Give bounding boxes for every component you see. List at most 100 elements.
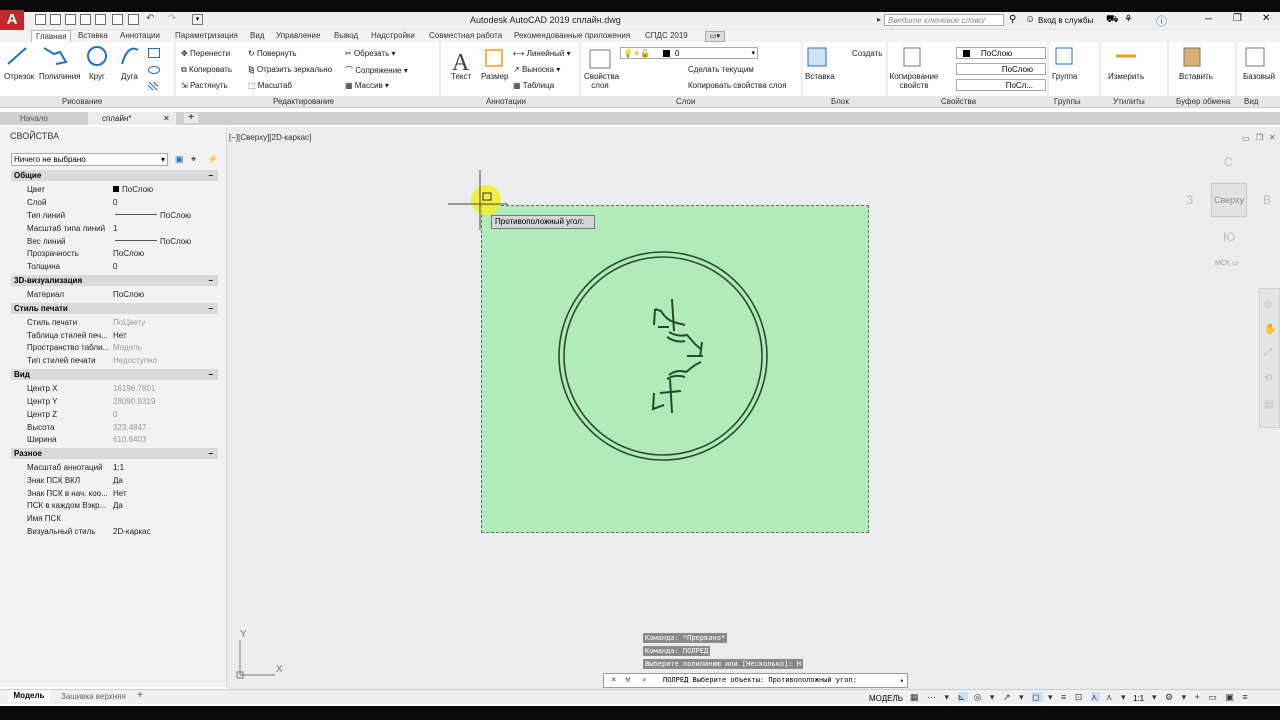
section-plot-style[interactable]: Стиль печати − (11, 303, 218, 314)
qat-customize-icon[interactable]: ▾ (192, 14, 203, 25)
panel-utilities-label[interactable]: Утилиты (1113, 97, 1145, 106)
prop-value[interactable]: 1:1 (113, 463, 124, 472)
tab-spds[interactable]: СПДС 2019 (645, 30, 688, 42)
tab-insert[interactable]: Вставка (78, 30, 108, 42)
command-line[interactable]: ✕ ⚒ ▹ ПОЛРЕД Выберите объекты: Противопо… (603, 673, 908, 688)
drawing-geometry[interactable] (481, 205, 869, 533)
prop-value[interactable]: ПоСлою (113, 290, 144, 299)
annotation-scale[interactable]: 1:1 (1133, 694, 1144, 703)
status-tools[interactable]: ▾ ⚙ ▾ + ▭ ▣ ≡ (1152, 692, 1251, 703)
showmotion-icon[interactable]: ▤ (1264, 399, 1273, 410)
collapse-icon[interactable]: − (208, 303, 213, 314)
group-button[interactable]: Группа (1052, 72, 1077, 81)
text-tool-button[interactable]: Текст (451, 72, 471, 81)
section-3d[interactable]: 3D-визуализация − (11, 275, 218, 286)
tab-collaborate[interactable]: Совместная работа (429, 30, 502, 42)
orbit-icon[interactable]: ⟲ (1264, 373, 1272, 384)
viewport-restore-icon[interactable]: ❐ (1256, 133, 1263, 142)
panel-block-label[interactable]: Блок (831, 97, 849, 106)
open-file-icon[interactable] (50, 14, 61, 25)
viewcube-top-face[interactable]: Сверху (1211, 183, 1247, 217)
ortho-icon[interactable]: ⊾ (957, 692, 969, 702)
selection-dropdown[interactable]: Ничего не выбрано ▾ (11, 153, 168, 166)
viewport-minimize-icon[interactable]: ▭ (1242, 134, 1250, 143)
panel-view-label[interactable]: Вид (1244, 97, 1258, 106)
stretch-button[interactable]: ⇲ Растянуть (181, 81, 228, 90)
linear-dim-button[interactable]: ⟷ Линейный ▾ (513, 49, 571, 58)
ellipse-tool-icon[interactable] (148, 66, 160, 74)
close-tab-icon[interactable]: ✕ (163, 112, 170, 125)
search-expand-icon[interactable]: ▸ (877, 15, 881, 24)
tab-parametric[interactable]: Параметризация (175, 30, 238, 42)
viewport-close-icon[interactable]: ✕ (1269, 133, 1276, 142)
prop-value[interactable]: Нет (113, 489, 127, 498)
prop-value[interactable]: 0 (113, 198, 117, 207)
dimension-tool-button[interactable]: Размер (481, 72, 509, 81)
viewcube-south[interactable]: Ю (1223, 230, 1235, 244)
tab-layout[interactable]: Зашивка верхняя (61, 692, 126, 701)
section-general[interactable]: Общие − (11, 170, 218, 181)
redo-icon[interactable]: ↷ (168, 13, 176, 24)
panel-annotation-label[interactable]: Аннотации (486, 97, 526, 106)
mirror-button[interactable]: ⧎ Отразить зеркально (248, 65, 332, 74)
status-toggles[interactable]: ▦ ⋯ ▾ ⊾ ◎ ▾ ↗ ▾ ◻ ▾ ≡ ⊡ ⋏ ⋏ ▾ (910, 692, 1129, 703)
search-input[interactable]: Введите ключевое слово/фразу (884, 14, 1004, 37)
undo-icon[interactable]: ↶ (146, 13, 154, 24)
tab-model[interactable]: Модель (8, 690, 50, 702)
app-menu-button[interactable]: A (0, 10, 24, 30)
move-button[interactable]: ✥ Перенести (181, 49, 230, 58)
prop-value[interactable]: Нет (113, 331, 127, 340)
binoculars-icon[interactable]: ⚲ (1009, 14, 1016, 25)
paste-button[interactable]: Вставить (1179, 72, 1213, 81)
hatch-tool-icon[interactable] (148, 82, 158, 90)
tab-home[interactable]: Главная (31, 30, 72, 42)
prop-value[interactable]: Да (113, 501, 123, 510)
line-tool-button[interactable]: Отрезок (4, 72, 34, 81)
table-button[interactable]: ▦ Таблица (513, 81, 554, 90)
ucs-menu[interactable]: МСК ▭ (1215, 259, 1239, 267)
annot-vis-icon[interactable]: ⋏ (1090, 692, 1101, 702)
command-input[interactable]: ПОЛРЕД Выберите объекты: Противоположный… (663, 674, 857, 687)
help-icon[interactable]: ⓘ (1156, 13, 1167, 29)
color-dropdown[interactable]: ПоСлою (956, 47, 1046, 59)
osnap-icon[interactable]: ◻ (1032, 692, 1043, 702)
make-current-button[interactable]: Сделать текущим (688, 65, 754, 74)
copy-button[interactable]: ⧉ Копировать (181, 65, 232, 75)
model-space-button[interactable]: МОДЕЛЬ (869, 694, 903, 703)
panel-properties-label[interactable]: Свойства (941, 97, 976, 106)
linetype-dropdown[interactable]: ПоСлою (956, 63, 1046, 75)
new-layout-button[interactable]: + (137, 690, 143, 701)
leader-button[interactable]: ↗ Выноска ▾ (513, 65, 560, 74)
print-icon[interactable] (128, 14, 139, 25)
collapse-icon[interactable]: − (208, 275, 213, 286)
prop-value[interactable]: Да (113, 476, 123, 485)
viewcube-north[interactable]: С (1224, 155, 1233, 169)
layer-properties-button[interactable]: Свойства слоя (584, 72, 619, 90)
scale-button[interactable]: ⬚ Масштаб (248, 81, 292, 90)
layer-dropdown[interactable]: 💡☀🔓 0 ▾ (620, 47, 758, 59)
steering-wheel-icon[interactable]: ◎ (1264, 299, 1273, 310)
prop-value[interactable]: 0 (113, 262, 117, 271)
viewcube-east[interactable]: В (1263, 193, 1271, 207)
tab-featured-apps[interactable]: Рекомендованные приложения (514, 30, 630, 42)
prop-value[interactable]: 1 (113, 224, 117, 233)
collapse-icon[interactable]: − (208, 369, 213, 380)
section-misc[interactable]: Разное − (11, 448, 218, 459)
rotate-button[interactable]: ↻ Повернуть (248, 49, 296, 58)
match-properties-button[interactable]: Копирование свойств (888, 72, 940, 90)
toggle-pickadd-icon[interactable]: ▣ (175, 154, 184, 165)
select-objects-icon[interactable]: ⌖ (191, 154, 196, 165)
new-tab-button[interactable]: + (184, 113, 198, 123)
plot-icon[interactable] (112, 14, 123, 25)
web-icon[interactable] (95, 14, 106, 25)
collapse-icon[interactable]: − (208, 448, 213, 459)
measure-button[interactable]: Измерить (1108, 72, 1144, 81)
ribbon-toggle-icon[interactable]: ▭▾ (705, 31, 725, 42)
tab-start[interactable]: Начало (20, 112, 48, 125)
cart-icon[interactable]: ⛟ (1106, 14, 1119, 27)
minimize-icon[interactable]: ─ (1205, 14, 1212, 25)
maximize-icon[interactable]: ❐ (1233, 13, 1242, 24)
close-icon[interactable]: ✕ (611, 674, 616, 687)
panel-layers-label[interactable]: Слои (676, 97, 695, 106)
tab-addins[interactable]: Надстройки (371, 30, 415, 42)
